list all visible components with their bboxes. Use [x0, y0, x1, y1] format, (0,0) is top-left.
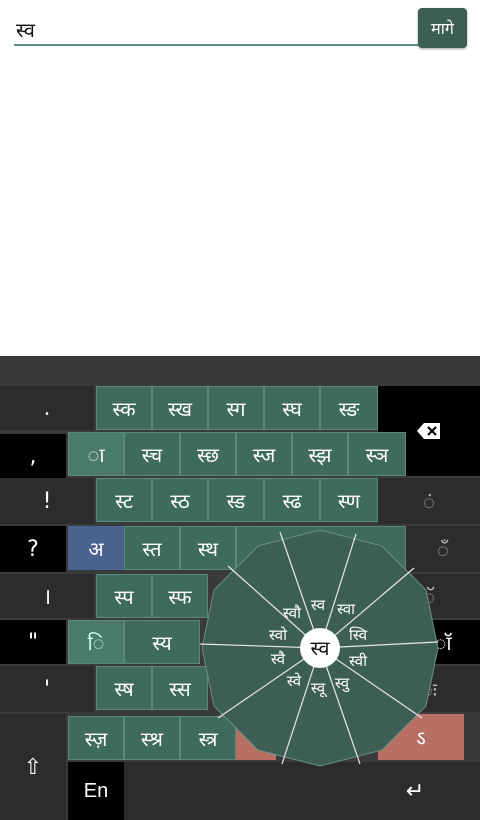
key-snya[interactable]: स्ञ	[348, 432, 406, 476]
radial-item-svu[interactable]: स्वु	[335, 674, 350, 693]
key-sya[interactable]: स्य	[124, 620, 200, 664]
key-dquote[interactable]: "	[0, 620, 66, 664]
key-question[interactable]: ?	[0, 526, 66, 572]
radial-item-svo[interactable]: स्वो	[269, 626, 288, 644]
key-danda[interactable]: ।	[0, 574, 94, 618]
radial-item-svaa[interactable]: स्वा	[337, 600, 356, 618]
shift-key[interactable]: ⇧	[0, 714, 66, 820]
language-key[interactable]: En	[68, 762, 124, 820]
key-spa[interactable]: स्प	[96, 574, 152, 618]
input-area: मागे	[0, 0, 480, 356]
key-exclaim[interactable]: !	[0, 478, 94, 524]
key-sza[interactable]: स्ज़	[68, 716, 124, 760]
radial-item-svi[interactable]: स्वि	[349, 626, 368, 644]
key-sjha[interactable]: स्झ	[292, 432, 348, 476]
enter-icon: ↵	[405, 778, 425, 804]
radial-center[interactable]: स्व	[311, 636, 331, 660]
space-key[interactable]	[124, 762, 350, 820]
key-a[interactable]: अ	[68, 526, 124, 570]
key-sta[interactable]: स्त	[124, 526, 180, 570]
go-button[interactable]: मागे	[418, 8, 467, 48]
key-sshra[interactable]: स्श्र	[124, 716, 180, 760]
radial-item-sve[interactable]: स्वे	[287, 672, 302, 690]
key-sgha[interactable]: स्घ	[264, 386, 320, 430]
radial-item-svii[interactable]: स्वी	[349, 652, 368, 670]
key-squote[interactable]: '	[0, 666, 94, 712]
key-period[interactable]: .	[0, 386, 94, 430]
key-scha[interactable]: स्छ	[180, 432, 236, 476]
radial-menu[interactable]: स्व स्वा स्वि स्वी स्वु स्वू स्वे स्वै स…	[200, 528, 440, 768]
radial-item-svai[interactable]: स्वै	[271, 650, 286, 668]
key-comma[interactable]: ,	[0, 434, 66, 478]
shift-icon: ⇧	[23, 754, 43, 780]
key-sddha[interactable]: स्ढ	[264, 478, 320, 522]
backspace-icon	[417, 423, 440, 439]
enter-key[interactable]: ↵	[350, 762, 480, 820]
key-i-matra[interactable]: ि	[68, 620, 124, 664]
key-sca[interactable]: स्च	[124, 432, 180, 476]
key-sttha[interactable]: स्ठ	[152, 478, 208, 522]
key-snga[interactable]: स्ङ	[320, 386, 378, 430]
key-sga[interactable]: स्ग	[208, 386, 264, 430]
key-ska[interactable]: स्क	[96, 386, 152, 430]
key-snna[interactable]: स्ण	[320, 478, 378, 522]
text-input[interactable]	[14, 14, 418, 46]
radial-item-sva[interactable]: स्व	[311, 596, 326, 614]
key-sja[interactable]: स्ज	[236, 432, 292, 476]
key-ssha[interactable]: स्ष	[96, 666, 152, 710]
key-sdda[interactable]: स्ड	[208, 478, 264, 522]
key-skha[interactable]: स्ख	[152, 386, 208, 430]
key-anusvara[interactable]: ं	[378, 478, 480, 524]
radial-item-svau[interactable]: स्वौ	[283, 604, 302, 622]
radial-item-svuu[interactable]: स्वू	[311, 679, 327, 698]
key-stta[interactable]: स्ट	[96, 478, 152, 522]
key-aa-matra[interactable]: ा	[68, 432, 124, 476]
